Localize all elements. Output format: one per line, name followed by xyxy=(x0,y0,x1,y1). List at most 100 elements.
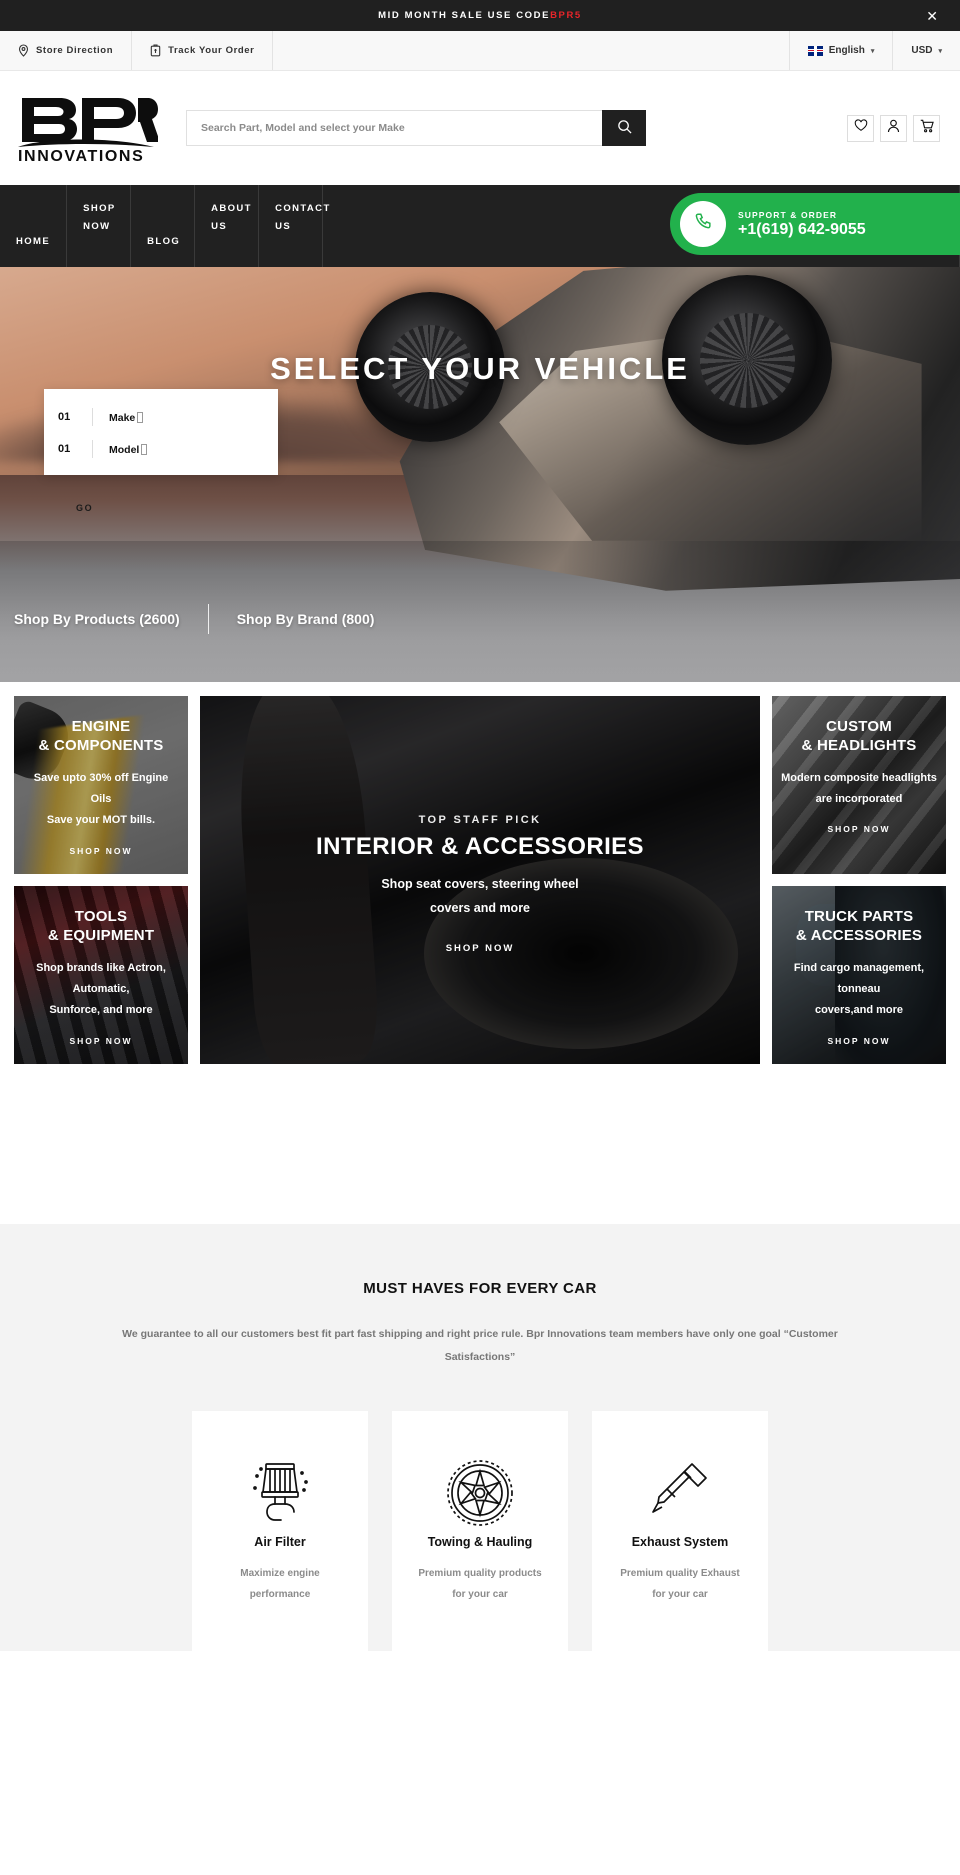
store-direction-link[interactable]: Store Direction xyxy=(0,31,133,70)
support-label: SUPPORT & ORDER xyxy=(738,209,838,220)
headlights-card-shop-now[interactable]: SHOP NOW xyxy=(827,824,890,834)
tools-card-title: TOOLS & EQUIPMENT xyxy=(48,908,154,946)
must-have-card-exhaust[interactable]: Exhaust System Premium quality Exhaust f… xyxy=(592,1411,768,1652)
must-have-name-exhaust: Exhaust System xyxy=(631,1535,729,1550)
announcement-bar: MID MONTH SALE USE CODEBPR5 ✕ xyxy=(0,0,960,31)
chevron-down-icon: ▾ xyxy=(870,47,875,55)
step-number-make: 01 xyxy=(58,411,71,423)
nav-item-home[interactable]: HOME xyxy=(0,185,68,267)
interior-card-sub-line1: Shop seat covers, steering wheel xyxy=(381,877,579,891)
category-column-right: CUSTOM & HEADLIGHTS Modern composite hea… xyxy=(772,696,946,1064)
truck-card-shop-now[interactable]: SHOP NOW xyxy=(827,1036,890,1046)
phone-icon-circle xyxy=(680,201,726,247)
must-have-card-towing[interactable]: Towing & Hauling Premium quality product… xyxy=(392,1411,568,1652)
tools-card-shop-now[interactable]: SHOP NOW xyxy=(69,1036,132,1046)
tools-card-title-line1: TOOLS xyxy=(74,908,128,925)
track-order-link[interactable]: Track Your Order xyxy=(132,31,274,70)
engine-card-shop-now[interactable]: SHOP NOW xyxy=(69,846,132,856)
currency-label: USD xyxy=(911,45,933,56)
announcement-message: MID MONTH SALE USE CODE xyxy=(378,10,551,21)
category-column-left: ENGINE & COMPONENTS Save upto 30% off En… xyxy=(14,696,188,1064)
nav-item-contact-us[interactable]: CONTACT US xyxy=(259,185,329,267)
nav-item-blog[interactable]: BLOG xyxy=(131,185,196,267)
model-label: Model xyxy=(109,444,140,456)
interior-card-kicker: TOP STAFF PICK xyxy=(418,814,542,826)
engine-card-title-line1: ENGINE xyxy=(71,718,131,735)
shop-by-bar: Shop By Products (2600) Shop By Brand (8… xyxy=(0,604,402,634)
category-card-engine[interactable]: ENGINE & COMPONENTS Save upto 30% off En… xyxy=(14,696,188,874)
search-bar xyxy=(186,110,646,146)
truck-card-title-line1: TRUCK PARTS xyxy=(804,908,914,925)
headlights-card-title: CUSTOM & HEADLIGHTS xyxy=(802,718,917,756)
main-navigation: HOME SHOP NOW BLOG ABOUT US CONTACT US S… xyxy=(0,185,960,267)
engine-card-title: ENGINE & COMPONENTS xyxy=(39,718,164,756)
air-filter-sub-line2: performance xyxy=(249,1589,311,1601)
must-have-name-towing: Towing & Hauling xyxy=(427,1535,533,1550)
must-have-card-air-filter[interactable]: Air Filter Maximize engine performance xyxy=(192,1411,368,1652)
chevron-down-icon: ▾ xyxy=(938,47,942,55)
nav-item-about-us[interactable]: ABOUT US xyxy=(195,185,260,267)
interior-card-sub-line2: covers and more xyxy=(429,901,531,916)
interior-card-title: INTERIOR & ACCESSORIES xyxy=(316,833,644,860)
truck-card-sub-line2: covers,and more xyxy=(814,1004,904,1017)
category-card-interior[interactable]: TOP STAFF PICK INTERIOR & ACCESSORIES Sh… xyxy=(200,696,760,1064)
must-have-sub-air-filter: Maximize engine performance xyxy=(206,1563,354,1605)
category-column-center: TOP STAFF PICK INTERIOR & ACCESSORIES Sh… xyxy=(200,696,760,1064)
headlights-card-sub-line1: Modern composite headlights xyxy=(781,771,937,784)
truck-card-sub-line1: Find cargo management, tonneau xyxy=(793,961,925,995)
must-have-sub-exhaust: Premium quality Exhaust for your car xyxy=(606,1563,754,1605)
language-selector[interactable]: English ▾ xyxy=(788,31,893,70)
support-phone-number[interactable]: +1(619) 642-9055 xyxy=(738,221,866,239)
tools-card-subtitle: Shop brands like Actron, Automatic, Sunf… xyxy=(22,958,180,1022)
shop-by-brand-link[interactable]: Shop By Brand (800) xyxy=(237,611,403,627)
support-text-block: SUPPORT & ORDER +1(619) 642-9055 xyxy=(738,210,866,239)
vehicle-selector-go-button[interactable]: GO xyxy=(76,503,93,513)
hero-title: SELECT YOUR VEHICLE xyxy=(270,351,690,386)
utility-bar: Store Direction Track Your Order English… xyxy=(0,31,960,71)
must-haves-section: MUST HAVES FOR EVERY CAR We guarantee to… xyxy=(0,1224,960,1652)
truck-card-subtitle: Find cargo management, tonneau covers,an… xyxy=(780,958,938,1022)
search-button[interactable] xyxy=(602,110,646,146)
search-input[interactable] xyxy=(186,110,602,146)
cart-button[interactable] xyxy=(913,114,940,142)
category-grid: ENGINE & COMPONENTS Save upto 30% off En… xyxy=(0,682,960,1064)
category-card-headlights[interactable]: CUSTOM & HEADLIGHTS Modern composite hea… xyxy=(772,696,946,874)
step-number-model: 01 xyxy=(58,443,71,455)
model-select[interactable]: Model xyxy=(92,440,264,458)
interior-card-shop-now[interactable]: SHOP NOW xyxy=(446,943,515,954)
nav-item-shop-now[interactable]: SHOP NOW xyxy=(67,185,132,267)
make-dropdown-icon[interactable] xyxy=(137,412,144,423)
make-select[interactable]: Make xyxy=(92,408,264,426)
truck-card-title: TRUCK PARTS & ACCESSORIES xyxy=(796,908,922,946)
make-label: Make xyxy=(109,412,136,424)
support-order-banner[interactable]: SUPPORT & ORDER +1(619) 642-9055 xyxy=(670,193,960,255)
vehicle-selector-panel: 01 Make 01 Model xyxy=(44,389,278,475)
towing-sub-line1: Premium quality products xyxy=(418,1568,542,1580)
model-dropdown-icon[interactable] xyxy=(141,444,148,455)
currency-selector[interactable]: USD ▾ xyxy=(892,31,960,70)
utility-right-group: English ▾ USD ▾ xyxy=(788,31,960,70)
engine-card-sub-line1: Save upto 30% off Engine Oils xyxy=(33,771,169,805)
wheel-tire-icon xyxy=(406,1457,554,1529)
air-filter-icon xyxy=(206,1457,354,1529)
site-logo[interactable]: INNOVATIONS xyxy=(14,94,164,162)
category-card-truck-parts[interactable]: TRUCK PARTS & ACCESSORIES Find cargo man… xyxy=(772,886,946,1064)
shop-by-products-link[interactable]: Shop By Products (2600) xyxy=(14,611,208,627)
engine-card-sub-line2: Save your MOT bills. xyxy=(46,814,156,827)
must-have-sub-towing: Premium quality products for your car xyxy=(406,1563,554,1605)
user-icon xyxy=(887,119,900,138)
category-card-tools[interactable]: TOOLS & EQUIPMENT Shop brands like Actro… xyxy=(14,886,188,1064)
wishlist-button[interactable] xyxy=(847,114,874,142)
engine-card-title-line2: & COMPONENTS xyxy=(38,736,164,754)
exhaust-sub-line1: Premium quality Exhaust xyxy=(620,1568,740,1580)
location-pin-icon xyxy=(18,44,29,57)
headlights-card-title-line1: CUSTOM xyxy=(826,718,892,735)
header-icon-group xyxy=(847,114,946,142)
account-button[interactable] xyxy=(880,114,907,142)
track-order-label: Track Your Order xyxy=(168,45,255,56)
heart-icon xyxy=(854,119,868,137)
svg-text:INNOVATIONS: INNOVATIONS xyxy=(18,148,144,162)
package-icon xyxy=(150,44,161,57)
search-icon xyxy=(617,119,632,137)
close-icon[interactable]: ✕ xyxy=(926,9,938,23)
